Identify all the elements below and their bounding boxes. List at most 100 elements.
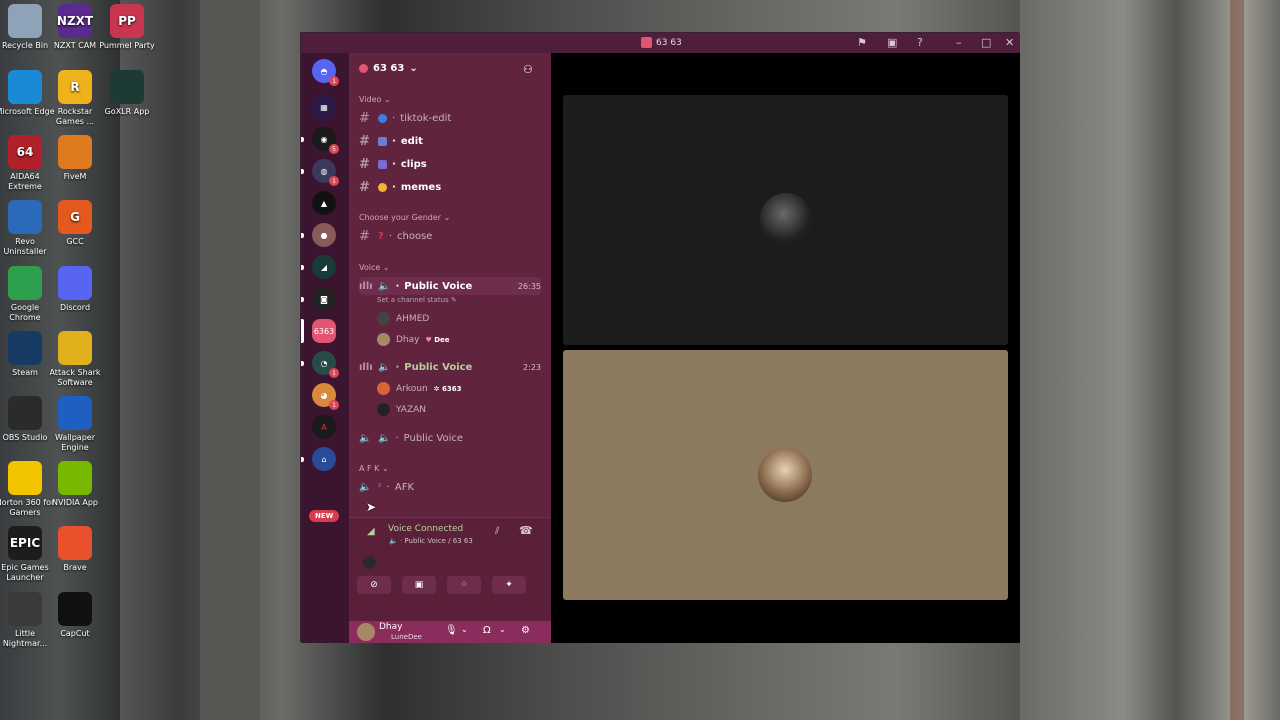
unread-pill [301,233,304,238]
category-label: Choose your Gender [359,213,442,222]
server-label: 6363 [313,326,335,336]
voice-activity-icon: ıllı [359,280,373,292]
server-icon[interactable]: ◔ 1 [312,351,339,378]
voice-member[interactable]: YAZAN [377,403,426,416]
desktop-icon-label: Attack Shark Software [49,368,101,387]
category-afk[interactable]: A F K ⌄ [359,464,389,473]
channel-name: edit [400,135,423,147]
voice-member[interactable]: Arkoun ✲ 6363 [377,382,461,395]
desktop-icon[interactable]: Wallpaper Engine [44,396,106,453]
voice-channel-public-voice-2[interactable]: ıllı 🔈 · Public Voice [359,358,541,376]
channel-name: Public Voice [404,280,473,292]
server-header[interactable]: 63 63 ⌄ [359,63,418,74]
headphones-icon[interactable]: Ω [483,625,491,636]
noise-suppression-icon[interactable]: ⫽ [495,526,499,537]
hash-icon: # [359,133,370,149]
avatar [377,403,390,416]
screen-share-button[interactable]: ▣ [402,576,436,594]
voice-connected-title: Voice Connected [388,524,464,534]
fivem-icon [58,135,92,169]
discord-home-icon[interactable]: ◓ 1 [312,59,339,86]
server-icon[interactable]: A [312,415,336,439]
help-icon[interactable]: ? [917,36,923,49]
avatar [363,556,376,569]
desktop-icon-label: GCC [66,237,84,246]
server-icon[interactable]: ▲ [312,191,336,215]
rockstar-icon: R [58,70,92,104]
channel-emoji-icon [378,159,387,169]
wallpaper-rust-streak [1230,0,1244,720]
desktop-icon-label: CapCut [60,629,90,638]
desktop-icon[interactable]: Discord [44,266,106,313]
member-tag: ✲ 6363 [434,385,462,393]
steam-icon [8,331,42,365]
desktop-icon[interactable]: Attack Shark Software [44,331,106,388]
maximize-button[interactable]: □ [981,36,991,49]
chevron-down-icon[interactable]: ⌄ [499,625,506,634]
settings-gear-icon[interactable]: ⚙ [521,625,530,636]
active-pill [301,319,304,343]
soundboard-button[interactable]: ✦ [492,576,526,594]
server-icon[interactable]: ◉ 5 [312,127,339,154]
server-icon[interactable]: ▦ [312,95,336,119]
desktop-icon[interactable]: CapCut [44,592,106,639]
voice-channel-public-voice-3[interactable]: 🔈 🔈 · Public Voice [359,429,541,447]
heart-icon: ♥ [425,335,432,344]
server-icon[interactable]: ⌂ [312,447,336,471]
avatar [377,382,390,395]
inbox-icon[interactable]: ▣ [887,36,897,49]
voice-channel-afk[interactable]: 🔈 ᶻ · AFK [359,478,541,496]
unread-badge: 1 [329,400,339,410]
server-icon-6363[interactable]: 6363 [312,319,336,343]
sleep-icon: ᶻ [378,481,382,493]
video-tile-participant[interactable] [563,95,1008,345]
avatar[interactable] [357,623,375,641]
disconnect-icon[interactable]: ☎ [519,524,533,537]
desktop-icon[interactable]: NVIDIA App [44,461,106,508]
channel-choose[interactable]: #? · choose [359,227,541,245]
desktop-icon[interactable]: GoXLR App [96,70,158,117]
category-video[interactable]: Video ⌄ [359,95,391,104]
desktop-icon-label: Discord [59,303,91,312]
desktop-icon[interactable]: Brave [44,526,106,573]
server-icon[interactable]: ◢ [312,255,336,279]
channel-sidebar: 63 63 ⌄ ⚇ Video ⌄ # · tiktok-edit # · edit… [349,53,551,643]
server-icon[interactable]: ● [312,223,336,247]
flag-icon[interactable]: ⚑ [857,36,867,49]
server-icon[interactable]: ◍ 1 [312,159,339,186]
voice-channel-public-voice-1[interactable]: ıllı 🔈 · Public Voice [359,277,541,295]
new-badge[interactable]: NEW [309,510,340,522]
nvidia-icon [58,461,92,495]
server-icon[interactable]: ◙ [312,287,336,311]
minimize-button[interactable]: – [956,36,962,49]
question-icon: ? [378,230,384,242]
speaker-icon: 🔈 [378,432,391,444]
desktop-icon[interactable]: G GCC [44,200,106,247]
desktop-icon[interactable]: FiveM [44,135,106,182]
channel-memes[interactable]: # · memes [359,178,541,196]
channel-status[interactable]: Set a channel status ✎ [377,296,457,304]
close-button[interactable]: ✕ [1005,36,1014,49]
voice-connected-subtitle[interactable]: 🔈 · Public Voice / 63 63 [389,537,473,545]
voice-member[interactable]: AHMED [377,312,429,325]
activities-button[interactable]: ⁘ [447,576,481,594]
signal-icon[interactable]: ◢ [367,526,375,537]
channel-edit[interactable]: # · edit [359,132,541,150]
voice-member[interactable]: Dhay ♥ Dee [377,333,450,346]
channel-emoji-icon [378,182,387,192]
chevron-down-icon[interactable]: ⌄ [461,625,468,634]
microphone-icon[interactable]: 🎙 [445,625,458,636]
channel-clips[interactable]: # · clips [359,155,541,173]
speaker-icon: 🔈 [378,280,391,292]
nzxt-cam-icon: NZXT [57,4,93,38]
channel-tiktok-edit[interactable]: # · tiktok-edit [359,109,541,127]
voice-duration: 26:35 [517,282,541,291]
invite-icon[interactable]: ⚇ [523,63,533,76]
category-voice[interactable]: Voice ⌄ [359,263,390,272]
video-tile-participant[interactable] [563,350,1008,600]
desktop-icon[interactable]: PP Pummel Party [96,4,158,51]
voice-activity-icon: ıllı [359,361,373,373]
camera-off-button[interactable]: ⊘ [357,576,391,594]
server-icon[interactable]: ◕ 1 [312,383,339,410]
category-gender[interactable]: Choose your Gender ⌄ [359,213,450,222]
